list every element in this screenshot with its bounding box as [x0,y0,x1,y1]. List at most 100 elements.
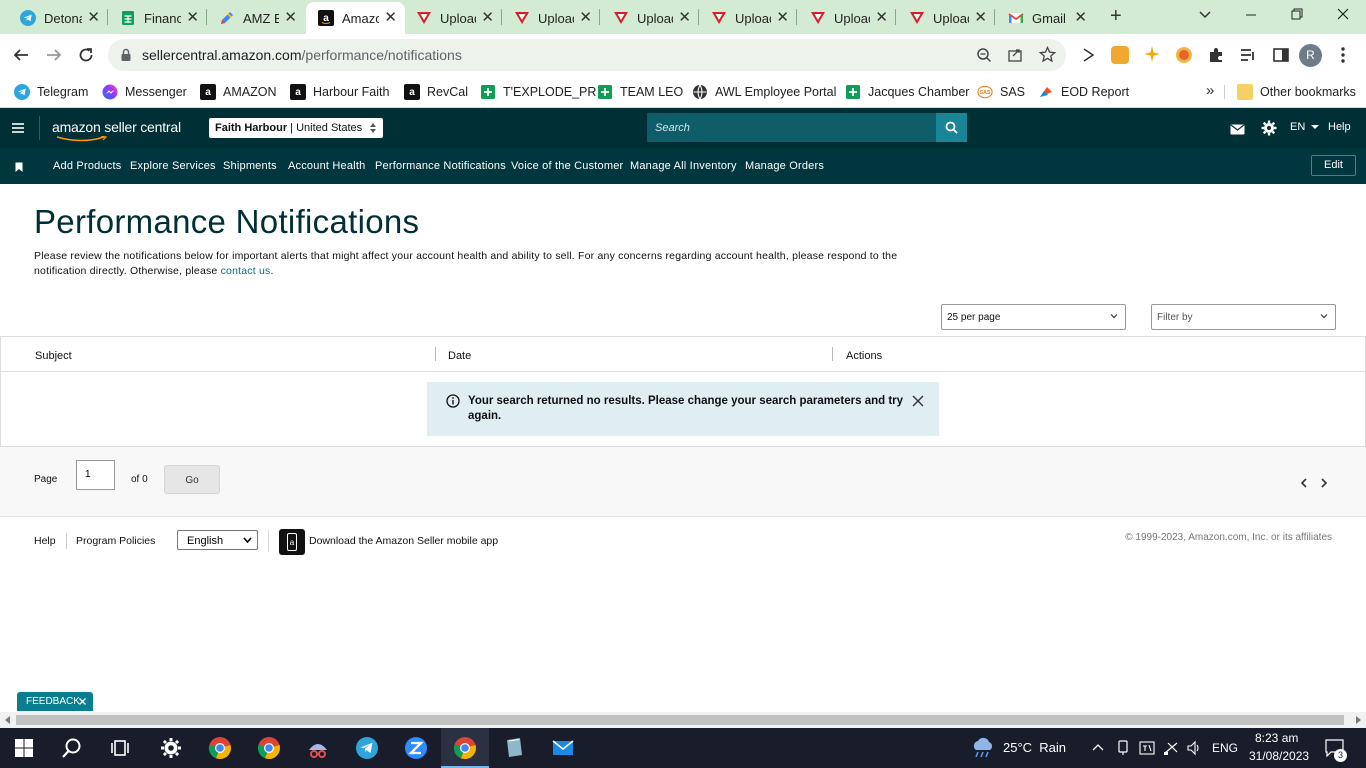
tray-chevron-up-icon[interactable] [1092,741,1104,759]
go-button[interactable]: Go [164,465,220,494]
lock-icon[interactable] [120,48,132,67]
side-panel-icon[interactable] [1272,46,1290,69]
close-tab-icon[interactable]: ✕ [384,10,397,26]
horizontal-scrollbar[interactable] [0,712,1366,728]
hamburger-menu-icon[interactable] [11,121,25,139]
messages-icon[interactable] [1230,122,1245,140]
share-icon[interactable] [1007,47,1023,68]
tab-search-chevron-icon[interactable] [1198,8,1212,27]
scroll-left-icon[interactable] [5,716,11,724]
account-switcher[interactable]: Faith Harbour | United States [209,118,383,138]
next-page-icon[interactable] [1320,478,1328,488]
nav-link[interactable]: Add Products [53,160,121,172]
contact-us-link[interactable]: contact us [221,265,271,277]
browser-tab[interactable]: Detonate ✕ [8,2,108,34]
forward-icon[interactable] [45,46,63,69]
mail-icon[interactable] [551,736,575,760]
bookmark-item[interactable]: a AMAZON [200,82,276,102]
column-header-date[interactable]: Date [448,350,471,362]
nav-link[interactable]: Manage All Inventory [630,160,737,172]
column-header-subject[interactable]: Subject [35,350,72,362]
close-tab-icon[interactable]: ✕ [579,10,592,26]
notepad-icon[interactable] [502,736,526,760]
sparkle-extension-icon[interactable] [1143,45,1161,68]
footer-help-link[interactable]: Help [34,535,56,547]
browser-tab[interactable]: a Amazon ✕ [306,2,405,34]
bookmark-nav-icon[interactable] [15,160,23,178]
ime-icon[interactable] [1139,740,1155,761]
active-chrome-taskbar-item[interactable] [441,728,489,768]
bookmark-item[interactable]: Messenger [102,82,187,102]
bookmark-item[interactable]: Jacques Chamber [845,82,969,102]
orange-extension-icon[interactable] [1176,47,1192,63]
reload-icon[interactable] [77,46,95,69]
feedback-button[interactable]: FEEDBACK [17,692,93,711]
browser-tab[interactable]: Gmail ✕ [996,2,1095,34]
clock-time[interactable]: 8:23 am [1255,731,1298,745]
nav-link[interactable]: Account Health [288,160,365,172]
bookmark-item[interactable]: a RevCal [404,82,468,102]
restore-icon[interactable] [1290,7,1304,26]
honey-extension-icon[interactable] [1111,46,1129,64]
close-icon[interactable] [79,698,86,705]
browser-tab[interactable]: Upload ✕ [897,2,995,34]
extensions-puzzle-icon[interactable] [1207,46,1225,69]
new-tab-button[interactable]: + [1110,6,1130,26]
scroll-right-icon[interactable] [1355,716,1361,724]
settings-gear-icon[interactable] [159,736,183,760]
bookmark-item[interactable]: T'EXPLODE_PR [480,82,596,102]
browser-tab[interactable]: Upload ✕ [502,2,600,34]
chrome-icon[interactable] [257,736,281,760]
more-bookmarks-button[interactable]: » [1206,82,1214,99]
address-bar[interactable]: sellercentral.amazon.com/performance/not… [108,39,1066,71]
taskbar-search-icon[interactable] [60,736,84,760]
close-tab-icon[interactable]: ✕ [776,10,789,26]
seller-central-logo[interactable]: amazon seller central [52,119,181,142]
telegram-icon[interactable] [355,736,379,760]
program-policies-link[interactable]: Program Policies [76,535,155,547]
task-view-icon[interactable] [108,736,132,760]
help-link[interactable]: Help [1328,121,1351,133]
scrollbar-thumb[interactable] [16,715,1344,725]
bookmark-item[interactable]: AWL Employee Portal [692,82,836,102]
volume-icon[interactable] [1186,740,1202,761]
browser-tab[interactable]: AMZ Ex ✕ [207,2,305,34]
browser-tab[interactable]: Upload ✕ [798,2,896,34]
windows-start-icon[interactable] [12,736,36,760]
page-number-input[interactable]: 1 [76,460,115,490]
extension-arrow-icon[interactable] [1081,46,1097,69]
weather-rain-icon[interactable] [970,737,996,764]
browser-tab[interactable]: Upload ✕ [601,2,699,34]
search-button[interactable] [936,113,967,142]
close-tab-icon[interactable]: ✕ [678,10,691,26]
close-tab-icon[interactable]: ✕ [87,10,100,26]
browser-tab[interactable]: Financials ✕ [108,2,207,34]
bookmark-item[interactable]: a Harbour Faith [290,82,389,102]
chrome-icon[interactable] [208,736,232,760]
bookmark-item[interactable]: Telegram [14,82,88,102]
per-page-select[interactable]: 25 per page [941,304,1126,330]
browser-tab[interactable]: Upload ✕ [699,2,797,34]
media-queue-icon[interactable] [1239,46,1257,69]
previous-page-icon[interactable] [1300,478,1308,488]
close-tab-icon[interactable]: ✕ [481,10,494,26]
zoom-app-icon[interactable] [404,736,428,760]
filter-select[interactable]: Filter by [1151,304,1336,330]
seller-app-icon[interactable]: a [279,529,305,555]
chrome-menu-icon[interactable] [1340,46,1346,69]
star-bookmark-icon[interactable] [1038,45,1057,68]
snipping-tool-icon[interactable] [306,736,330,760]
network-icon[interactable] [1163,740,1179,761]
nav-link[interactable]: Shipments [223,160,277,172]
download-app-link[interactable]: Download the Amazon Seller mobile app [309,535,498,547]
close-tab-icon[interactable]: ✕ [284,10,297,26]
weather-text[interactable]: 25°C Rain [1003,740,1066,755]
close-tab-icon[interactable]: ✕ [875,10,888,26]
language-selector[interactable]: EN [1290,121,1320,133]
close-tab-icon[interactable]: ✕ [1074,10,1087,26]
close-tab-icon[interactable]: ✕ [186,10,199,26]
settings-gear-icon[interactable] [1261,120,1277,141]
nav-link[interactable]: Voice of the Customer [511,160,623,172]
nav-link[interactable]: Explore Services [130,160,216,172]
profile-avatar[interactable]: R [1299,44,1322,67]
